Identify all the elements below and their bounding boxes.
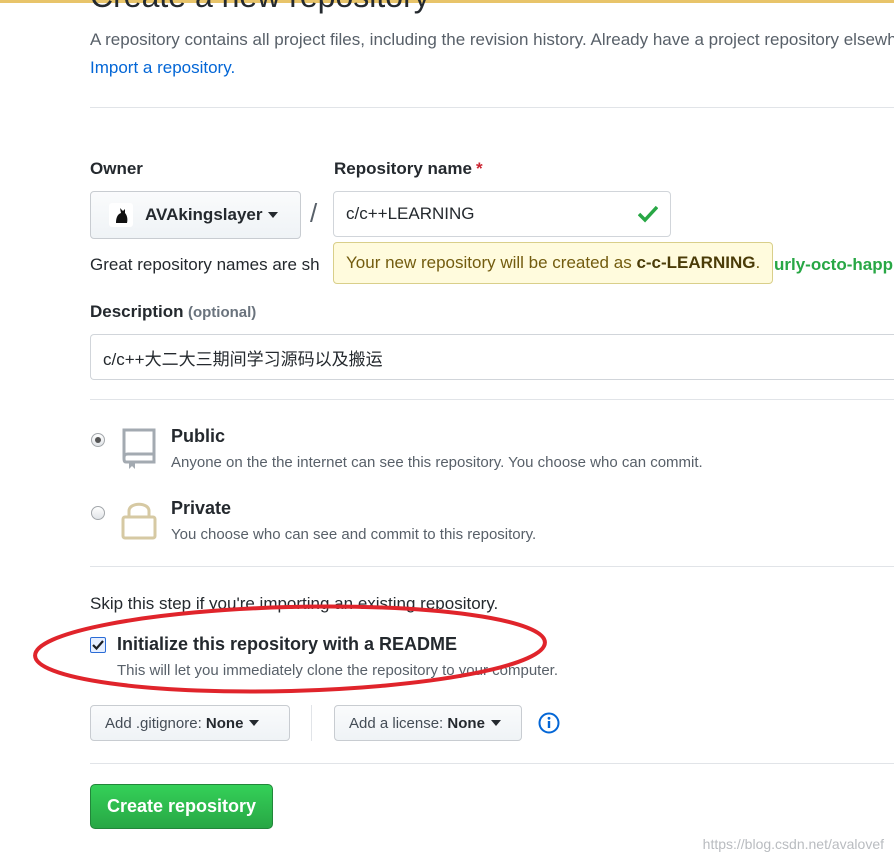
private-description: You choose who can see and commit to thi… — [171, 526, 537, 543]
repo-name-label-text: Repository name — [334, 159, 472, 178]
chevron-down-icon — [268, 212, 279, 218]
owner-name: AVAkingslayer — [145, 205, 263, 224]
divider — [90, 107, 894, 108]
private-radio[interactable] — [91, 506, 105, 520]
info-icon[interactable] — [538, 712, 560, 739]
divider — [90, 763, 894, 764]
create-repository-button[interactable]: Create repository — [90, 784, 273, 829]
optional-hint: (optional) — [187, 304, 257, 321]
divider — [90, 399, 894, 400]
owner-select[interactable]: AVAkingslayer — [90, 191, 301, 239]
page-subhead: A repository contains all project files,… — [90, 30, 894, 49]
license-value: None — [447, 714, 485, 732]
owner-repo-separator: / — [310, 198, 318, 228]
repo-icon — [120, 426, 158, 475]
repo-name-value: c/c++LEARNING — [346, 204, 475, 223]
gitignore-select[interactable]: Add .gitignore: None — [90, 705, 290, 741]
owner-label: Owner — [90, 159, 143, 178]
name-hint-text: Great repository names are sh — [90, 255, 320, 274]
license-select[interactable]: Add a license: None — [334, 705, 522, 741]
public-description: Anyone on the the internet can see this … — [171, 454, 703, 471]
chevron-down-icon — [249, 720, 260, 726]
tooltip-repo-name: c-c-LEARNING — [636, 253, 756, 272]
tooltip-suffix: . — [755, 253, 761, 272]
owner-avatar — [109, 203, 133, 227]
required-mark: * — [475, 159, 483, 178]
page-title: Create a new repository — [90, 0, 430, 15]
gitignore-value: None — [205, 714, 244, 732]
public-title: Public — [171, 426, 226, 446]
name-suggestion-link[interactable]: urly-octo-happ — [774, 255, 893, 275]
tooltip-prefix: Your new repository will be created as — [346, 253, 632, 272]
red-annotation-ellipse — [33, 604, 547, 694]
import-repository-link[interactable]: Import a repository. — [90, 58, 235, 78]
gitignore-prefix: Add .gitignore: — [105, 714, 202, 732]
description-label-text: Description — [90, 302, 184, 321]
private-title: Private — [171, 498, 232, 518]
dropdown-separator — [311, 705, 312, 741]
lock-icon — [120, 499, 158, 546]
chevron-down-icon — [490, 720, 501, 726]
description-label: Description (optional) — [90, 302, 256, 322]
watermark: https://blog.csdn.net/avalovef — [702, 836, 884, 852]
description-input[interactable]: c/c++大二大三期间学习源码以及搬运 — [90, 334, 894, 380]
divider — [90, 566, 894, 567]
public-radio[interactable] — [91, 433, 105, 447]
repo-name-input[interactable]: c/c++LEARNING — [333, 191, 671, 237]
description-value: c/c++大二大三期间学习源码以及搬运 — [103, 349, 383, 369]
repo-name-tooltip: Your new repository will be created as c… — [333, 242, 773, 284]
license-prefix: Add a license: — [349, 714, 444, 732]
check-icon — [637, 205, 659, 228]
repo-name-label: Repository name * — [334, 159, 483, 179]
